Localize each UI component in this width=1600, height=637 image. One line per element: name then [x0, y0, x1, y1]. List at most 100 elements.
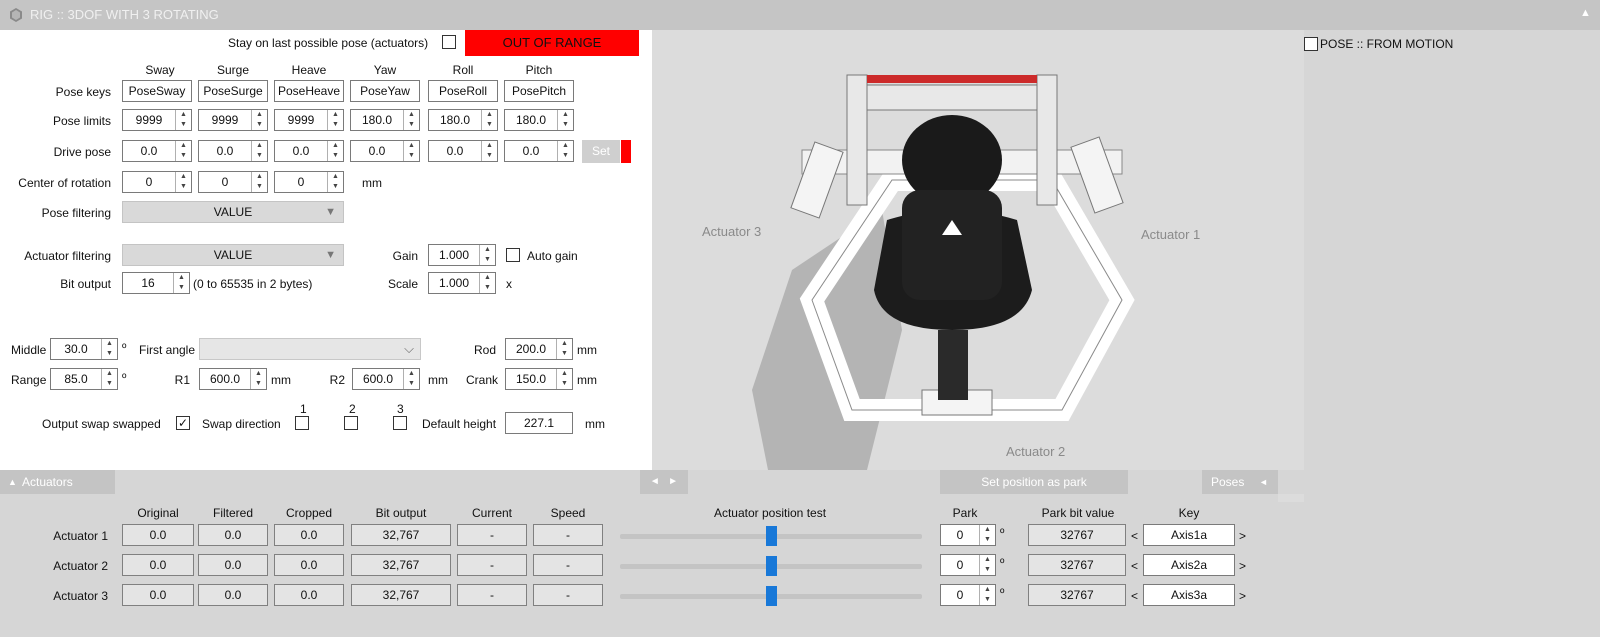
rod-stepper[interactable]: 200.0 ▲ ▼ — [505, 338, 573, 360]
pose-limit-roll-stepper[interactable]: 180.0 ▲ ▼ — [428, 109, 498, 131]
pose-limit-sway-stepper[interactable]: 9999 ▲ ▼ — [122, 109, 192, 131]
stepper-arrows-icon[interactable]: ▲ ▼ — [327, 172, 343, 192]
swap-direction-2-checkbox[interactable] — [344, 416, 358, 430]
swap-direction-1-checkbox[interactable] — [295, 416, 309, 430]
viewport-nav-buttons[interactable]: ◄ ► — [640, 470, 688, 494]
pose-key-roll-input[interactable]: PoseRoll — [428, 80, 498, 102]
key-input[interactable]: Axis3a — [1143, 584, 1235, 606]
stay-last-pose-checkbox[interactable] — [442, 35, 456, 49]
output-swap-checkbox[interactable]: ✓ — [176, 416, 190, 430]
pose-filtering-dropdown[interactable]: VALUE ▼ — [122, 201, 344, 223]
stepper-arrows-icon[interactable]: ▲ ▼ — [173, 273, 189, 293]
key-prev-button[interactable]: < — [1131, 529, 1138, 543]
stepper-arrows-icon[interactable]: ▲ ▼ — [403, 141, 419, 161]
slider-thumb[interactable] — [765, 556, 777, 576]
stepper-arrows-icon[interactable]: ▲ ▼ — [481, 110, 497, 130]
pose-key-heave-input[interactable]: PoseHeave — [274, 80, 344, 102]
stepper-arrows-icon[interactable]: ▲ ▼ — [101, 369, 117, 389]
park-bit-value: 32767 — [1028, 584, 1126, 606]
stepper-arrows-icon[interactable]: ▲ ▼ — [175, 110, 191, 130]
gain-stepper[interactable]: 1.000 ▲ ▼ — [428, 244, 496, 266]
pose-key-sway-input[interactable]: PoseSway — [122, 80, 192, 102]
original-value: 0.0 — [122, 554, 194, 576]
pose-limit-heave-stepper[interactable]: 9999 ▲ ▼ — [274, 109, 344, 131]
stepper-arrows-icon[interactable]: ▲ ▼ — [403, 369, 419, 389]
nav-left-icon[interactable]: ◄ — [650, 476, 660, 487]
stepper-arrows-icon[interactable]: ▲ ▼ — [979, 585, 995, 605]
drive-pose-heave-stepper[interactable]: 0.0 ▲ ▼ — [274, 140, 344, 162]
stepper-arrows-icon[interactable]: ▲ ▼ — [175, 172, 191, 192]
key-next-button[interactable]: > — [1239, 589, 1246, 603]
stepper-arrows-icon[interactable]: ▲ ▼ — [250, 369, 266, 389]
stepper-value: 16 — [141, 276, 155, 290]
pose-from-motion-checkbox[interactable] — [1304, 37, 1318, 51]
stepper-arrows-icon[interactable]: ▲ ▼ — [979, 555, 995, 575]
actuator-filtering-dropdown[interactable]: VALUE ▼ — [122, 244, 344, 266]
auto-gain-checkbox[interactable] — [506, 248, 520, 262]
set-position-as-park-button[interactable]: Set position as park — [940, 470, 1128, 494]
stepper-arrows-icon[interactable]: ▲ ▼ — [479, 273, 495, 293]
drive-pose-yaw-stepper[interactable]: 0.0 ▲ ▼ — [350, 140, 420, 162]
stepper-arrows-icon[interactable]: ▲ ▼ — [556, 339, 572, 359]
actuators-tab[interactable]: ▲ Actuators — [0, 470, 115, 494]
drive-pose-pitch-stepper[interactable]: 0.0 ▲ ▼ — [504, 140, 574, 162]
drive-pose-surge-stepper[interactable]: 0.0 ▲ ▼ — [198, 140, 268, 162]
r2-stepper[interactable]: 600.0 ▲ ▼ — [352, 368, 420, 390]
park-bit-value: 32767 — [1028, 524, 1126, 546]
drive-pose-sway-stepper[interactable]: 0.0 ▲ ▼ — [122, 140, 192, 162]
range-stepper[interactable]: 85.0 ▲ ▼ — [50, 368, 118, 390]
stepper-arrows-icon[interactable]: ▲ ▼ — [481, 141, 497, 161]
r1-stepper[interactable]: 600.0 ▲ ▼ — [199, 368, 267, 390]
stepper-value: 0 — [297, 175, 305, 189]
stepper-arrows-icon[interactable]: ▲ ▼ — [327, 141, 343, 161]
park-stepper[interactable]: 0 ▲ ▼ — [940, 584, 996, 606]
key-input[interactable]: Axis2a — [1143, 554, 1235, 576]
key-input[interactable]: Axis1a — [1143, 524, 1235, 546]
nav-right-icon[interactable]: ► — [668, 476, 678, 487]
center-rotation-x-stepper[interactable]: 0 ▲ ▼ — [122, 171, 192, 193]
park-stepper[interactable]: 0 ▲ ▼ — [940, 554, 996, 576]
set-drive-pose-button[interactable]: Set — [582, 140, 620, 163]
caret-up-icon[interactable]: ▲ — [1580, 7, 1591, 19]
stepper-arrows-icon[interactable]: ▲ ▼ — [403, 110, 419, 130]
pose-key-yaw-input[interactable]: PoseYaw — [350, 80, 420, 102]
stepper-arrows-icon[interactable]: ▲ ▼ — [557, 141, 573, 161]
key-prev-button[interactable]: < — [1131, 559, 1138, 573]
key-next-button[interactable]: > — [1239, 559, 1246, 573]
stepper-arrows-icon[interactable]: ▲ ▼ — [251, 110, 267, 130]
stepper-arrows-icon[interactable]: ▲ ▼ — [101, 339, 117, 359]
stepper-arrows-icon[interactable]: ▲ ▼ — [479, 245, 495, 265]
stepper-arrows-icon[interactable]: ▲ ▼ — [979, 525, 995, 545]
filtered-value: 0.0 — [198, 584, 268, 606]
bit-output-stepper[interactable]: 16 ▲ ▼ — [122, 272, 190, 294]
first-angle-dropdown[interactable]: ⌵ — [199, 338, 421, 360]
stepper-arrows-icon[interactable]: ▲ ▼ — [556, 369, 572, 389]
center-rotation-y-stepper[interactable]: 0 ▲ ▼ — [198, 171, 268, 193]
scale-stepper[interactable]: 1.000 ▲ ▼ — [428, 272, 496, 294]
stepper-arrows-icon[interactable]: ▲ ▼ — [251, 172, 267, 192]
range-degree-unit: º — [122, 371, 127, 385]
stepper-arrows-icon[interactable]: ▲ ▼ — [557, 110, 573, 130]
slider-thumb[interactable] — [765, 526, 777, 546]
key-next-button[interactable]: > — [1239, 529, 1246, 543]
poses-tab[interactable]: Poses ◄ — [1202, 470, 1278, 494]
default-height-field[interactable]: 227.1 — [505, 412, 573, 434]
pose-limit-yaw-stepper[interactable]: 180.0 ▲ ▼ — [350, 109, 420, 131]
key-prev-button[interactable]: < — [1131, 589, 1138, 603]
stepper-arrows-icon[interactable]: ▲ ▼ — [251, 141, 267, 161]
middle-stepper[interactable]: 30.0 ▲ ▼ — [50, 338, 118, 360]
center-rotation-z-stepper[interactable]: 0 ▲ ▼ — [274, 171, 344, 193]
slider-thumb[interactable] — [765, 586, 777, 606]
rig-3d-viewport[interactable]: Actuator 3 Actuator 1 Actuator 2 — [652, 30, 1304, 502]
stepper-arrows-icon[interactable]: ▲ ▼ — [327, 110, 343, 130]
col-filtered: Filtered — [212, 506, 253, 520]
swap-direction-3-checkbox[interactable] — [393, 416, 407, 430]
stepper-arrows-icon[interactable]: ▲ ▼ — [175, 141, 191, 161]
crank-stepper[interactable]: 150.0 ▲ ▼ — [505, 368, 573, 390]
pose-key-pitch-input[interactable]: PosePitch — [504, 80, 574, 102]
pose-limit-surge-stepper[interactable]: 9999 ▲ ▼ — [198, 109, 268, 131]
park-stepper[interactable]: 0 ▲ ▼ — [940, 524, 996, 546]
pose-limit-pitch-stepper[interactable]: 180.0 ▲ ▼ — [504, 109, 574, 131]
pose-key-surge-input[interactable]: PoseSurge — [198, 80, 268, 102]
drive-pose-roll-stepper[interactable]: 0.0 ▲ ▼ — [428, 140, 498, 162]
